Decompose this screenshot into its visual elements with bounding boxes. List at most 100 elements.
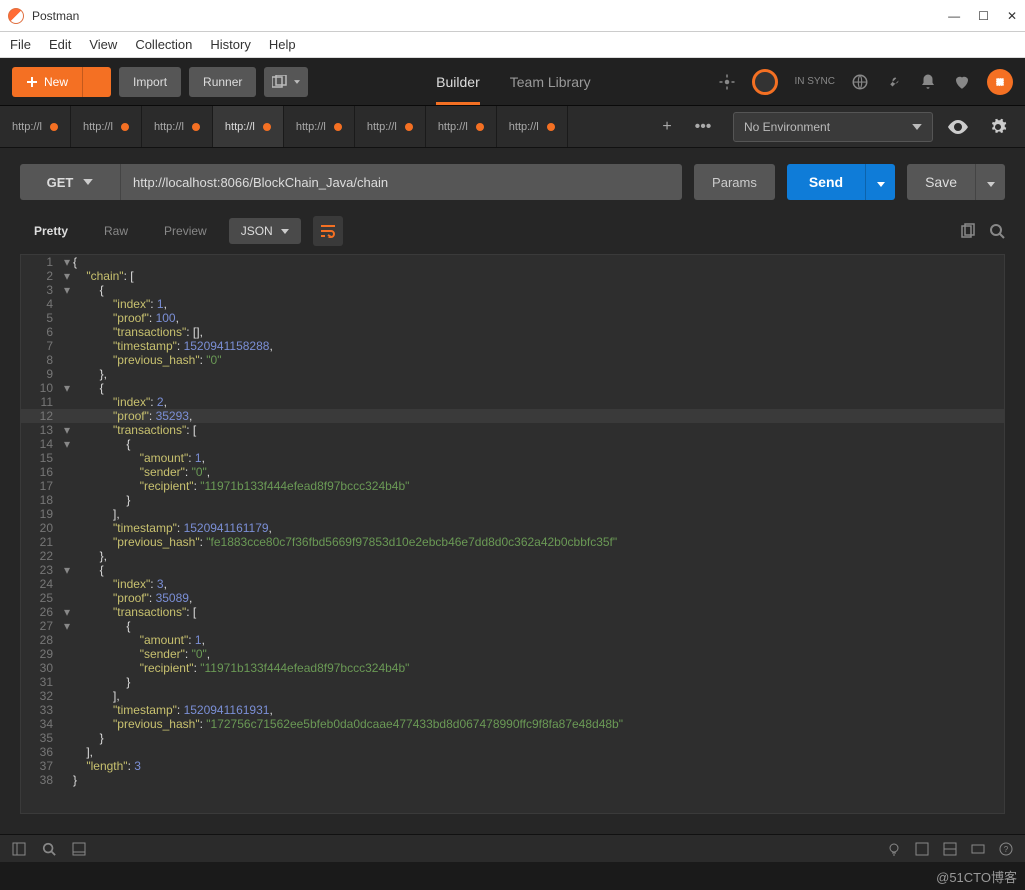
keyboard-icon[interactable]: [971, 842, 985, 856]
preview-tab[interactable]: Preview: [150, 216, 221, 246]
format-select[interactable]: JSON: [229, 218, 301, 244]
gear-icon: [989, 118, 1007, 136]
minimize-button[interactable]: ―: [948, 9, 960, 23]
console-icon[interactable]: [72, 842, 86, 856]
request-tab[interactable]: http://l: [213, 106, 284, 147]
chevron-down-icon: [987, 182, 995, 187]
user-avatar[interactable]: [987, 69, 1013, 95]
new-label: New: [44, 75, 68, 89]
request-bar: GET Params Send Save: [0, 148, 1025, 216]
request-tab[interactable]: http://l: [355, 106, 426, 147]
environment-select[interactable]: No Environment: [733, 112, 933, 142]
copy-icon[interactable]: [959, 223, 975, 239]
capture-icon[interactable]: [718, 73, 736, 91]
find-icon[interactable]: [42, 842, 56, 856]
sidebar-toggle-icon[interactable]: [12, 842, 26, 856]
code-line: 7 "timestamp": 1520941158288,: [21, 339, 1004, 353]
tab-label: http://l: [438, 121, 468, 133]
globe-icon[interactable]: [851, 73, 869, 91]
send-button[interactable]: Send: [787, 164, 865, 200]
environment-settings-button[interactable]: [983, 112, 1013, 142]
sync-status-icon[interactable]: [752, 69, 778, 95]
unsaved-dot-icon: [547, 123, 555, 131]
bell-icon[interactable]: [919, 73, 937, 91]
request-tab[interactable]: http://l: [142, 106, 213, 147]
code-line: 13▾ "transactions": [: [21, 423, 1004, 437]
code-line: 37 "length": 3: [21, 759, 1004, 773]
help-icon[interactable]: ?: [999, 842, 1013, 856]
code-line: 26▾ "transactions": [: [21, 605, 1004, 619]
bulb-icon[interactable]: [887, 842, 901, 856]
format-label: JSON: [241, 224, 273, 238]
close-button[interactable]: ✕: [1007, 9, 1017, 23]
code-line: 24 "index": 3,: [21, 577, 1004, 591]
save-button[interactable]: Save: [907, 164, 975, 200]
title-bar: Postman ― ☐ ✕: [0, 0, 1025, 32]
unsaved-dot-icon: [121, 123, 129, 131]
request-tabs-bar: http://lhttp://lhttp://lhttp://lhttp://l…: [0, 106, 1025, 148]
request-tab[interactable]: http://l: [497, 106, 568, 147]
chevron-down-icon: [83, 179, 93, 185]
pretty-tab[interactable]: Pretty: [20, 216, 82, 246]
response-toolbar: Pretty Raw Preview JSON: [0, 216, 1025, 246]
single-pane-icon[interactable]: [915, 842, 929, 856]
new-button[interactable]: New: [12, 67, 82, 97]
watermark: @51CTO博客: [936, 867, 1017, 886]
request-tab[interactable]: http://l: [426, 106, 497, 147]
code-line: 21 "previous_hash": "fe1883cce80c7f36fbd…: [21, 535, 1004, 549]
tab-options-button[interactable]: •••: [685, 118, 721, 136]
new-tab-button[interactable]: +: [649, 118, 685, 136]
two-pane-icon[interactable]: [943, 842, 957, 856]
tab-label: http://l: [367, 121, 397, 133]
code-line: 17 "recipient": "11971b133f444efead8f97b…: [21, 479, 1004, 493]
menu-collection[interactable]: Collection: [135, 37, 192, 52]
new-dropdown[interactable]: [82, 67, 111, 97]
wrap-lines-button[interactable]: [313, 216, 343, 246]
code-line: 19 ],: [21, 507, 1004, 521]
params-button[interactable]: Params: [694, 164, 775, 200]
request-tab[interactable]: http://l: [284, 106, 355, 147]
response-body[interactable]: 1▾{2▾ "chain": [3▾ {4 "index": 1,5 "proo…: [20, 254, 1005, 814]
unsaved-dot-icon: [405, 123, 413, 131]
menu-view[interactable]: View: [89, 37, 117, 52]
code-line: 12 "proof": 35293,: [21, 409, 1004, 423]
chevron-down-icon: [912, 124, 922, 130]
import-button[interactable]: Import: [119, 67, 181, 97]
menu-help[interactable]: Help: [269, 37, 296, 52]
wrench-icon[interactable]: [885, 73, 903, 91]
save-dropdown[interactable]: [975, 164, 1005, 200]
unsaved-dot-icon: [50, 123, 58, 131]
raw-tab[interactable]: Raw: [90, 216, 142, 246]
http-method-label: GET: [47, 175, 74, 190]
postman-logo-icon: [8, 8, 24, 24]
environment-label: No Environment: [744, 120, 830, 134]
new-window-button[interactable]: [264, 67, 308, 97]
maximize-button[interactable]: ☐: [978, 9, 989, 23]
wrap-icon: [320, 224, 336, 238]
menu-history[interactable]: History: [210, 37, 250, 52]
grid-icon: [993, 75, 1007, 89]
code-line: 34 "previous_hash": "172756c71562ee5bfeb…: [21, 717, 1004, 731]
code-line: 29 "sender": "0",: [21, 647, 1004, 661]
search-icon[interactable]: [989, 223, 1005, 239]
environment-quicklook-button[interactable]: [943, 112, 973, 142]
heart-icon[interactable]: [953, 73, 971, 91]
builder-tab[interactable]: Builder: [436, 74, 480, 105]
code-line: 5 "proof": 100,: [21, 311, 1004, 325]
sync-label: IN SYNC: [794, 76, 835, 87]
menu-edit[interactable]: Edit: [49, 37, 71, 52]
send-dropdown[interactable]: [865, 164, 895, 200]
code-line: 27▾ {: [21, 619, 1004, 633]
code-line: 9 },: [21, 367, 1004, 381]
request-tab[interactable]: http://l: [71, 106, 142, 147]
code-line: 32 ],: [21, 689, 1004, 703]
menu-file[interactable]: File: [10, 37, 31, 52]
runner-button[interactable]: Runner: [189, 67, 256, 97]
http-method-select[interactable]: GET: [20, 164, 120, 200]
team-library-tab[interactable]: Team Library: [510, 74, 591, 90]
request-tab[interactable]: http://l: [0, 106, 71, 147]
code-line: 2▾ "chain": [: [21, 269, 1004, 283]
chevron-down-icon: [294, 80, 300, 84]
code-line: 16 "sender": "0",: [21, 465, 1004, 479]
url-input[interactable]: [120, 164, 682, 200]
